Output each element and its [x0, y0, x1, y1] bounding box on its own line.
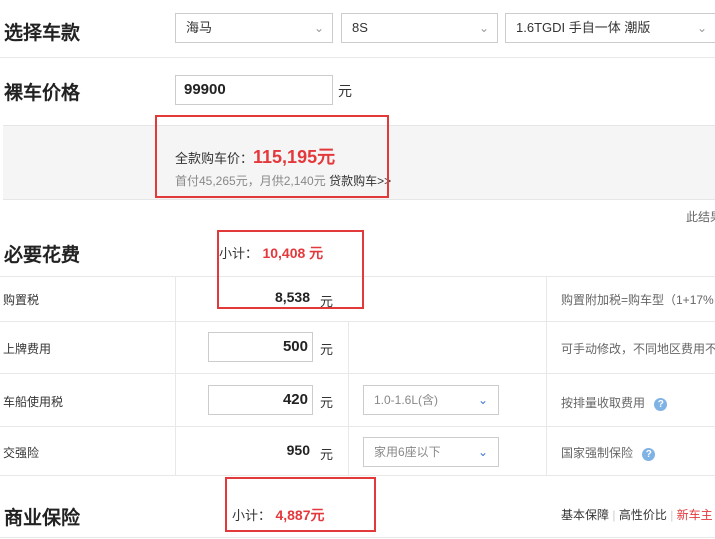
- plan-link-value[interactable]: 高性价比: [619, 508, 667, 522]
- bare-price-unit: 元: [338, 83, 352, 99]
- vehicle-tax-label: 车船使用税: [3, 395, 64, 409]
- link-separator: |: [670, 508, 674, 522]
- bare-price-input[interactable]: 99900: [175, 75, 333, 105]
- col-divider: [348, 321, 349, 475]
- required-costs-title: 必要花费: [4, 245, 81, 266]
- seat-type-select-value: 家用6座以下: [374, 445, 441, 459]
- purchase-tax-desc: 购置附加税=购车型（1+17%: [561, 293, 714, 307]
- question-circle-icon[interactable]: ?: [654, 398, 668, 411]
- compulsory-insurance-desc: 国家强制保险: [561, 446, 634, 460]
- registration-fee-input[interactable]: 500: [208, 332, 313, 362]
- result-note: 此结果: [686, 210, 715, 224]
- registration-fee-desc: 可手动修改，不同地区费用不: [561, 342, 715, 356]
- purchase-tax-label: 购置税: [3, 293, 40, 307]
- registration-fee-unit: 元: [320, 342, 334, 357]
- displacement-select-value: 1.0-1.6L(含): [374, 393, 439, 407]
- brand-select-value: 海马: [186, 20, 213, 35]
- insurance-plan-links: 基本保障 | 高性价比 | 新车主: [561, 506, 713, 523]
- compulsory-insurance-unit: 元: [320, 447, 334, 462]
- question-circle-icon[interactable]: ?: [642, 448, 656, 461]
- vehicle-tax-input[interactable]: 420: [208, 385, 313, 415]
- series-select[interactable]: 8S ⌄: [341, 13, 498, 43]
- divider: [0, 373, 715, 374]
- col-divider: [175, 277, 176, 475]
- registration-fee-label: 上牌费用: [3, 342, 52, 356]
- vehicle-tax-desc-wrap: 按排量收取费用 ?: [561, 394, 668, 411]
- divider: [0, 537, 715, 538]
- model-select-value: 1.6TGDI 手自一体 潮版: [516, 20, 651, 35]
- seat-type-select[interactable]: 家用6座以下 ⌄: [363, 437, 499, 467]
- divider: [0, 475, 715, 476]
- bare-price-title: 裸车价格: [4, 83, 81, 104]
- select-car-title: 选择车款: [4, 23, 81, 44]
- chevron-down-icon: ⌄: [477, 393, 488, 407]
- displacement-select[interactable]: 1.0-1.6L(含) ⌄: [363, 385, 499, 415]
- divider: [0, 321, 715, 322]
- plan-link-new-owner[interactable]: 新车主: [677, 508, 713, 522]
- series-select-value: 8S: [352, 20, 368, 35]
- chevron-down-icon: ⌄: [313, 21, 324, 35]
- highlight-box-required: [217, 230, 364, 309]
- highlight-box-commercial: [225, 477, 376, 532]
- compulsory-insurance-desc-wrap: 国家强制保险 ?: [561, 444, 656, 461]
- plan-link-basic[interactable]: 基本保障: [561, 508, 609, 522]
- chevron-down-icon: ⌄: [477, 445, 488, 459]
- model-select[interactable]: 1.6TGDI 手自一体 潮版 ⌄: [505, 13, 715, 43]
- divider: [0, 426, 715, 427]
- brand-select[interactable]: 海马 ⌄: [175, 13, 333, 43]
- commercial-insurance-title: 商业保险: [4, 508, 81, 529]
- divider: [0, 57, 715, 58]
- col-divider: [546, 277, 547, 475]
- compulsory-insurance-label: 交强险: [3, 446, 40, 460]
- chevron-down-icon: ⌄: [478, 21, 489, 35]
- highlight-box-full-price: [155, 115, 389, 198]
- link-separator: |: [612, 508, 616, 522]
- chevron-down-icon: ⌄: [696, 21, 707, 35]
- vehicle-tax-unit: 元: [320, 395, 334, 410]
- compulsory-insurance-value: 950: [286, 442, 310, 458]
- vehicle-tax-desc: 按排量收取费用: [561, 396, 646, 410]
